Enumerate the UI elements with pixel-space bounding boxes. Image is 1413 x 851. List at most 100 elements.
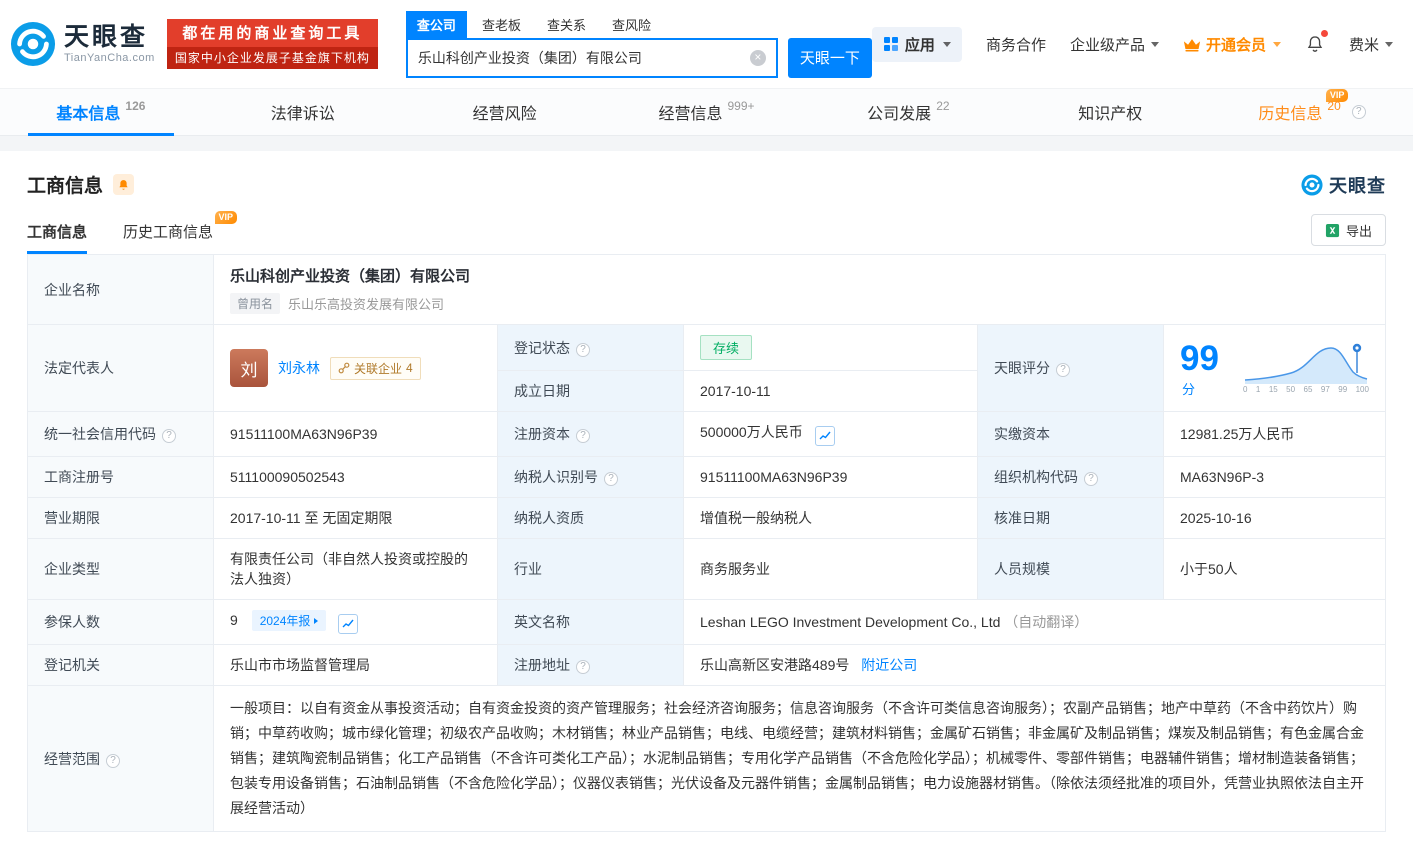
capital-trend-icon[interactable] xyxy=(814,426,835,446)
label-legal-rep: 法定代表人 xyxy=(27,324,214,412)
search-tab-company[interactable]: 查公司 xyxy=(405,10,467,38)
help-icon[interactable] xyxy=(576,429,590,443)
search-input[interactable] xyxy=(417,49,750,66)
chevron-down-icon xyxy=(1272,41,1281,47)
tab-count: 20 xyxy=(1327,99,1341,113)
search-button[interactable]: 天眼一下 xyxy=(787,37,872,78)
grid-icon xyxy=(883,37,898,51)
tab-company-development[interactable]: 公司发展 22 xyxy=(807,89,1009,135)
tab-intellectual-property[interactable]: 知识产权 xyxy=(1009,89,1211,135)
value-industry: 商务服务业 xyxy=(683,538,978,600)
value-credit-code: 91511100MA63N96P39 xyxy=(213,411,498,457)
label-approval-date: 核准日期 xyxy=(977,497,1164,539)
clear-icon[interactable] xyxy=(749,49,766,66)
search-area: 查公司 查老板 查关系 查风险 天眼一下 xyxy=(405,10,872,78)
page-tabs: 基本信息 126 法律诉讼 经营风险 经营信息 999+ 公司发展 22 知识产… xyxy=(0,88,1413,136)
tianyan-score[interactable]: 99 分 0 1 15 50 65 97 99 100 xyxy=(1180,339,1369,398)
crown-icon xyxy=(1183,38,1201,52)
tianyancha-logo[interactable]: 天眼查 TianYanCha.com xyxy=(10,21,155,67)
notification-bell[interactable] xyxy=(1305,30,1328,55)
label-paid-capital: 实缴资本 xyxy=(977,411,1164,457)
label-company-name: 企业名称 xyxy=(27,254,214,325)
label-credit-code: 统一社会信用代码 xyxy=(27,411,214,457)
tab-count: 126 xyxy=(125,99,146,113)
search-tabs: 查公司 查老板 查关系 查风险 xyxy=(405,10,872,38)
annual-report-badge[interactable]: 2024年报 xyxy=(251,610,327,631)
subtab-row: 工商信息 历史工商信息 VIP 导出 xyxy=(27,211,1386,254)
tab-legal-proceedings[interactable]: 法律诉讼 xyxy=(202,89,404,135)
legal-rep-avatar[interactable]: 刘 xyxy=(230,349,268,387)
bell-icon xyxy=(119,179,128,190)
tab-basic-info[interactable]: 基本信息 126 xyxy=(0,89,202,136)
tab-label: 经营信息 xyxy=(658,106,723,123)
row-company-type: 企业类型 有限责任公司（非自然人投资或控股的法人独资） 行业 商务服务业 人员规… xyxy=(27,538,1386,600)
tab-label: 公司发展 xyxy=(867,106,932,123)
label-taxpayer-quality: 纳税人资质 xyxy=(497,497,684,539)
related-companies-badge[interactable]: 关联企业 4 xyxy=(330,356,421,380)
export-button[interactable]: 导出 xyxy=(1310,214,1386,246)
label-establish-date: 成立日期 xyxy=(497,370,684,412)
section-title: 工商信息 xyxy=(27,176,104,197)
promo-banner: 都在用的商业查询工具 国家中小企业发展子基金旗下机构 xyxy=(166,19,378,69)
tianyancha-logo-icon xyxy=(1301,173,1323,196)
subscribe-bell-button[interactable] xyxy=(113,174,135,195)
value-reg-status: 存续 xyxy=(683,324,978,371)
nav-open-vip[interactable]: 开通会员 xyxy=(1183,34,1281,55)
label-industry: 行业 xyxy=(497,538,684,600)
value-approval-date: 2025-10-16 xyxy=(1163,497,1386,539)
label-staff-size: 人员规模 xyxy=(977,538,1164,600)
vip-badge: VIP xyxy=(214,211,238,224)
row-credit-code: 统一社会信用代码 91511100MA63N96P39 注册资本 500000万… xyxy=(27,411,1386,457)
score-value: 99 xyxy=(1180,338,1219,378)
tab-label: 知识产权 xyxy=(1078,106,1143,123)
row-reg-number: 工商注册号 511100090502543 纳税人识别号 91511100MA6… xyxy=(27,456,1386,498)
search-tab-risk[interactable]: 查风险 xyxy=(601,11,662,38)
label-taxpayer-id: 纳税人识别号 xyxy=(497,456,684,498)
excel-icon xyxy=(1325,223,1340,237)
nearby-companies-link[interactable]: 附近公司 xyxy=(861,657,917,673)
tab-label: 经营风险 xyxy=(472,106,537,123)
company-name: 乐山科创产业投资（集团）有限公司 xyxy=(230,268,471,285)
insured-trend-icon[interactable] xyxy=(338,614,359,634)
tab-business-info[interactable]: 经营信息 999+ xyxy=(606,89,808,135)
relation-icon xyxy=(338,362,350,374)
nav-enterprise-products[interactable]: 企业级产品 xyxy=(1070,34,1159,55)
value-taxpayer-quality: 增值税一般纳税人 xyxy=(683,497,978,539)
search-tab-boss[interactable]: 查老板 xyxy=(471,11,532,38)
tab-label: 基本信息 xyxy=(56,106,121,123)
help-icon[interactable] xyxy=(576,660,590,674)
help-icon[interactable] xyxy=(576,342,590,357)
legal-rep-link[interactable]: 刘永林 xyxy=(278,358,320,378)
tab-label: 历史信息 xyxy=(1258,106,1323,123)
help-icon[interactable] xyxy=(1351,105,1366,119)
apps-button[interactable]: 应用 xyxy=(871,26,962,62)
top-nav: 应用 商务合作 企业级产品 开通会员 费米 xyxy=(871,26,1393,62)
score-unit: 分 xyxy=(1182,381,1196,397)
value-insured-count: 9 2024年报 xyxy=(213,599,498,645)
help-icon[interactable] xyxy=(1056,363,1070,377)
subtab-business-info[interactable]: 工商信息 xyxy=(27,221,88,254)
value-english-name: Leshan LEGO Investment Development Co., … xyxy=(683,599,1386,645)
score-curve xyxy=(1244,343,1368,384)
help-icon[interactable] xyxy=(604,472,618,486)
tab-operating-risk[interactable]: 经营风险 xyxy=(404,89,606,135)
tab-label: 法律诉讼 xyxy=(270,106,335,123)
nav-business-cooperation[interactable]: 商务合作 xyxy=(986,34,1046,55)
help-icon[interactable] xyxy=(106,753,120,768)
business-info-table: 企业名称 乐山科创产业投资（集团）有限公司 曾用名 乐山乐高投资发展有限公司 法… xyxy=(27,254,1386,832)
subtab-history-business-info[interactable]: 历史工商信息 VIP xyxy=(123,211,238,254)
value-business-scope: 一般项目：以自有资金从事投资活动；自有资金投资的资产管理服务；社会经济咨询服务；… xyxy=(213,685,1386,832)
help-icon[interactable] xyxy=(1084,472,1098,486)
search-tab-relations[interactable]: 查关系 xyxy=(536,11,597,38)
label-english-name: 英文名称 xyxy=(497,599,684,645)
label-reg-authority: 登记机关 xyxy=(27,644,214,686)
value-establish-date: 2017-10-11 xyxy=(683,370,978,412)
score-chart: 0 1 15 50 65 97 99 100 xyxy=(1243,342,1369,394)
nav-user[interactable]: 费米 xyxy=(1349,34,1393,55)
label-reg-number: 工商注册号 xyxy=(27,456,214,498)
page-background-gap xyxy=(0,136,1413,151)
promo-banner-line1: 都在用的商业查询工具 xyxy=(166,19,378,47)
top-header: 天眼查 TianYanCha.com 都在用的商业查询工具 国家中小企业发展子基… xyxy=(0,0,1413,88)
help-icon[interactable] xyxy=(162,429,176,443)
tab-history-info[interactable]: 历史信息 VIP 20 xyxy=(1211,89,1413,135)
